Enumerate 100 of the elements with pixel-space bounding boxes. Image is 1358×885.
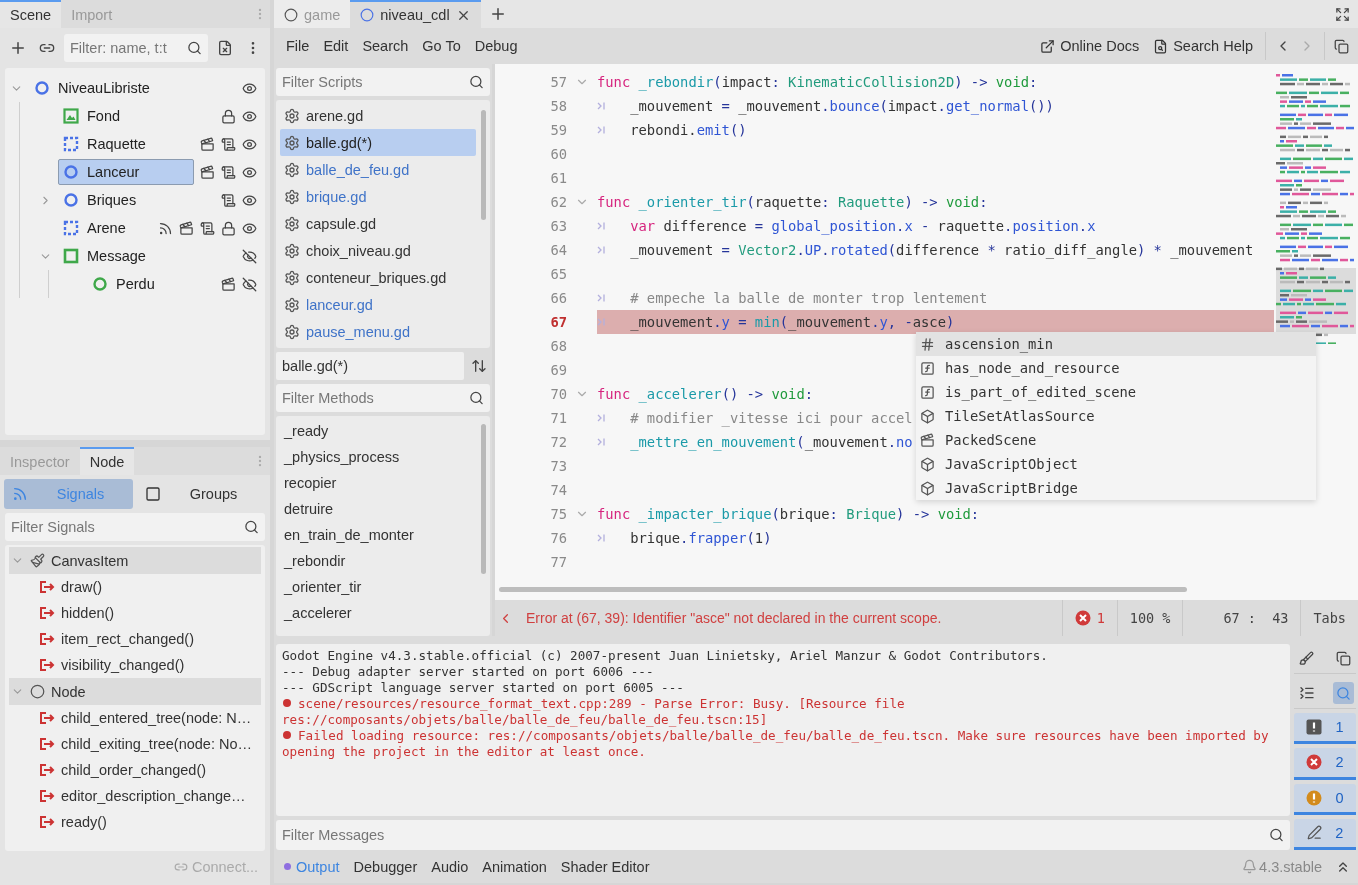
link-icon: [173, 860, 188, 874]
search-icon: [469, 74, 484, 90]
tree-item[interactable]: Lanceur: [58, 159, 194, 185]
method-item[interactable]: en_train_de_monter: [280, 522, 476, 548]
eye-off-icon[interactable]: [242, 248, 257, 264]
menu-item[interactable]: Debug: [468, 32, 524, 60]
filter-field[interactable]: Filter Messages: [276, 820, 1290, 850]
minimap-drawing[interactable]: [1276, 72, 1356, 344]
method-item[interactable]: _physics_process: [280, 444, 476, 470]
line-number: 64: [549, 242, 567, 258]
cube-icon: [920, 408, 935, 424]
filter-field[interactable]: Filter Methods: [276, 384, 490, 412]
completion-item[interactable]: JavaScriptBridge: [916, 476, 1316, 500]
line-number: 65: [549, 266, 567, 282]
eye-icon[interactable]: [242, 108, 257, 124]
signal-item[interactable]: editor_description_change…: [9, 783, 261, 809]
bottom-tab[interactable]: Audio: [425, 852, 475, 881]
tree-item[interactable]: Raquette: [58, 131, 194, 157]
tree-item[interactable]: Arene: [58, 215, 152, 241]
completion-item[interactable]: has_node_and_resource: [916, 356, 1316, 380]
eye-off-icon[interactable]: [242, 276, 257, 292]
scrollbar[interactable]: [481, 110, 486, 220]
script-item[interactable]: balle.gd(*): [280, 129, 476, 156]
script-item[interactable]: capsule.gd: [280, 210, 476, 237]
signal-item[interactable]: child_exiting_tree(node: No…: [9, 731, 261, 757]
script-icon[interactable]: [221, 192, 236, 208]
completion-item[interactable]: ascension_min: [916, 332, 1316, 356]
signal-item[interactable]: child_entered_tree(node: N…: [9, 705, 261, 731]
signal-arrow-icon: [39, 789, 55, 803]
lock-icon[interactable]: [221, 220, 236, 236]
code-line: func _rebondir(impact: KinematicCollision2D) -> void:: [597, 73, 1038, 93]
log-line: --- GDScript language server started on port 6005 ---: [282, 680, 685, 696]
completion-item[interactable]: is_part_of_edited_scene: [916, 380, 1316, 404]
clapperboard-icon[interactable]: [200, 136, 215, 152]
script-icon[interactable]: [221, 164, 236, 180]
filter-toggle[interactable]: 0: [1294, 783, 1356, 812]
clapperboard-icon[interactable]: [200, 164, 215, 180]
script-icon[interactable]: [200, 220, 215, 236]
bottom-tab[interactable]: Debugger: [347, 852, 424, 881]
completion-item[interactable]: JavaScriptObject: [916, 452, 1316, 476]
filter-field[interactable]: Filter: name, t:t: [64, 34, 208, 62]
lock-icon[interactable]: [221, 108, 236, 124]
scrollbar[interactable]: [481, 424, 486, 574]
eye-icon[interactable]: [242, 136, 257, 152]
class-name: CanvasItem: [51, 552, 129, 569]
script-item[interactable]: balle_de_feu.gd: [280, 156, 476, 183]
tree-item[interactable]: NiveauLibriste: [29, 75, 236, 101]
method-item[interactable]: _accelerer: [280, 600, 476, 626]
filter-toggle[interactable]: 2: [1294, 818, 1356, 847]
script-item[interactable]: choix_niveau.gd: [280, 237, 476, 264]
method-item[interactable]: _rebondir: [280, 548, 476, 574]
completion-item[interactable]: TileSetAtlasSource: [916, 404, 1316, 428]
method-item[interactable]: _ready: [280, 418, 476, 444]
tree-item[interactable]: Perdu: [87, 271, 215, 297]
signal-item[interactable]: item_rect_changed(): [9, 626, 261, 652]
document-tab[interactable]: niveau_cdl: [350, 0, 481, 28]
eye-icon[interactable]: [242, 80, 257, 96]
scrollbar[interactable]: [499, 587, 1187, 592]
filter-field[interactable]: Filter Signals: [5, 513, 265, 541]
signal-icon[interactable]: [158, 220, 173, 236]
clapperboard-icon[interactable]: [221, 276, 236, 292]
signal-item[interactable]: ready(): [9, 809, 261, 835]
eye-icon[interactable]: [242, 164, 257, 180]
tree-item[interactable]: Message: [58, 243, 236, 269]
script-item[interactable]: conteneur_briques.gd: [280, 264, 476, 291]
script-item[interactable]: pause_menu.gd: [280, 318, 476, 345]
dock-tab[interactable]: Node: [79, 447, 135, 475]
clapperboard-icon[interactable]: [179, 220, 194, 236]
bottom-tab[interactable]: Animation: [476, 852, 553, 881]
script-item[interactable]: arene.gd: [280, 102, 476, 129]
method-item[interactable]: _orienter_tir: [280, 574, 476, 600]
signal-item[interactable]: draw(): [9, 574, 261, 600]
eye-icon[interactable]: [242, 192, 257, 208]
tree-item[interactable]: Fond: [58, 103, 215, 129]
filter-field[interactable]: Filter Scripts: [276, 68, 490, 96]
function-icon: [920, 384, 935, 400]
filter-toggle[interactable]: 1: [1294, 713, 1356, 742]
code-line: func _accelerer() -> void:: [597, 385, 813, 405]
mode-button[interactable]: Groups: [137, 479, 266, 509]
filter-toggle[interactable]: 2: [1294, 748, 1356, 777]
line-number: 57: [549, 74, 567, 90]
menu-item[interactable]: Search: [356, 32, 415, 60]
help-button[interactable]: Search Help: [1147, 32, 1259, 60]
method-item[interactable]: recopier: [280, 470, 476, 496]
script-icon[interactable]: [221, 136, 236, 152]
dock-tab[interactable]: Scene: [0, 0, 62, 28]
script-item[interactable]: lanceur.gd: [280, 291, 476, 318]
completion-item[interactable]: PackedScene: [916, 428, 1316, 452]
tree-item[interactable]: Briques: [58, 187, 215, 213]
signal-item[interactable]: hidden(): [9, 600, 261, 626]
signal-item[interactable]: visibility_changed(): [9, 652, 261, 678]
bottom-tab[interactable]: Shader Editor: [554, 852, 656, 881]
menu-item[interactable]: Edit: [317, 32, 355, 60]
menu-item[interactable]: Go To: [416, 32, 467, 60]
menu-item[interactable]: File: [280, 32, 316, 60]
eye-icon[interactable]: [242, 220, 257, 236]
script-item[interactable]: brique.gd: [280, 183, 476, 210]
help-button[interactable]: Online Docs: [1034, 32, 1146, 60]
signal-item[interactable]: child_order_changed(): [9, 757, 261, 783]
method-item[interactable]: detruire: [280, 496, 476, 522]
